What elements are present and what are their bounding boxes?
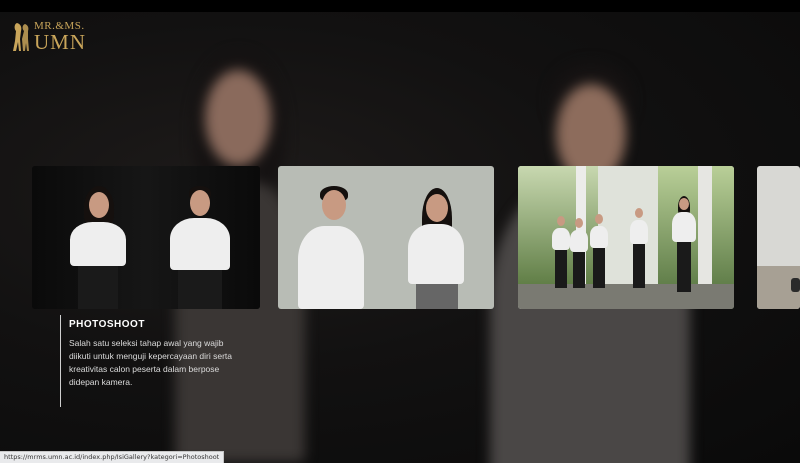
photo-person-female [68,186,128,309]
photo-person-female [394,188,478,309]
photo-person [552,216,570,288]
status-bar-url: https://mrms.umn.ac.id/index.php/IsiGall… [0,451,225,463]
top-bar [0,0,800,12]
logo-bottom-text: UMN [34,30,87,54]
gallery-card-2[interactable] [278,166,494,309]
photo-person-male [296,186,366,309]
couple-silhouette-icon [13,23,29,51]
site-logo[interactable]: MR.&MS. UMN [12,20,86,54]
gallery-card-3[interactable] [518,166,734,309]
gallery-caption: PHOTOSHOOT Salah satu seleksi tahap awal… [60,315,249,407]
photo-person [672,196,696,292]
gallery-card-1[interactable] [32,166,260,309]
gallery-card-4[interactable] [757,166,800,309]
caption-title: PHOTOSHOOT [69,319,145,330]
caption-description: Salah satu seleksi tahap awal yang wajib… [69,338,233,387]
photo-person-male [168,186,232,309]
photo-person [590,214,608,288]
photo-person [570,218,588,288]
photo-person [630,208,648,288]
